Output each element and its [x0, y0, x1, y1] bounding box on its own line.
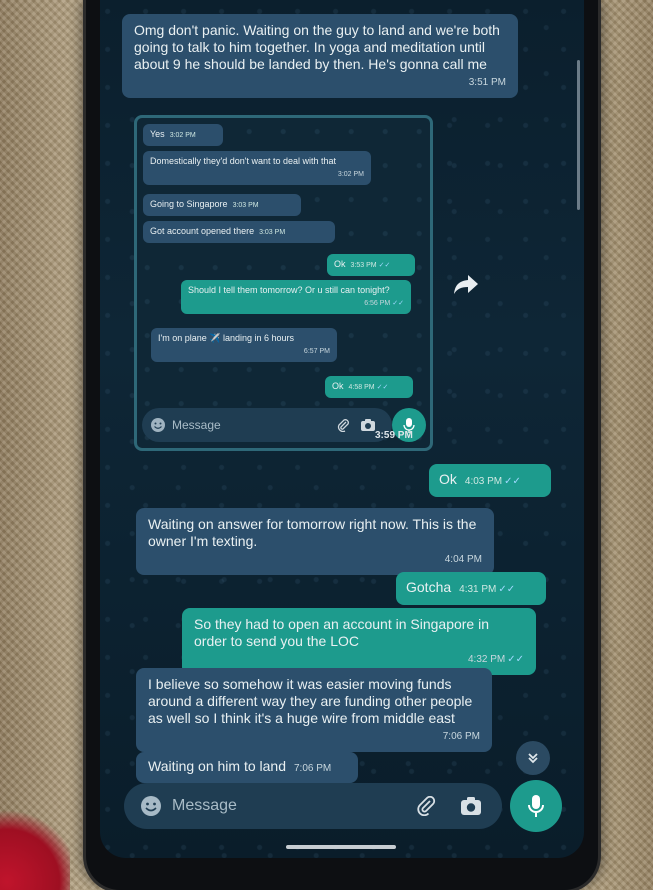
message-time: 3:02 PM [337, 171, 364, 178]
scroll-down-button[interactable] [516, 741, 550, 775]
embedded-screenshot[interactable]: Yes 3:02 PM Domestically they'd don't wan… [134, 115, 433, 451]
message-text: Waiting on answer for tomorrow right now… [148, 516, 477, 549]
message-text: Should I tell them tomorrow? Or u still … [188, 285, 390, 295]
message-text: I believe so somehow it was easier movin… [148, 676, 473, 726]
message-text: Ok [439, 471, 457, 487]
mic-icon [527, 794, 545, 818]
message-time: 4:04 PM [444, 554, 482, 565]
message-text: Waiting on him to land [148, 758, 286, 774]
red-object [0, 810, 70, 890]
camera-icon[interactable] [460, 796, 482, 816]
message-text: Domestically they'd don't want to deal w… [150, 156, 337, 166]
message-incoming[interactable]: Waiting on answer for tomorrow right now… [136, 508, 494, 575]
embedded-message-incoming: I'm on plane ✈️ landing in 6 hours 6:57 … [151, 328, 337, 362]
embedded-message-incoming: Domestically they'd don't want to deal w… [143, 151, 371, 185]
embedded-message-outgoing: Should I tell them tomorrow? Or u still … [181, 280, 411, 314]
message-time: 7:06 PM [442, 731, 480, 742]
message-time: 3:03 PM [232, 202, 259, 209]
message-outgoing[interactable]: Gotcha 4:31 PM ✓✓ [396, 572, 546, 605]
message-time: 3:51 PM [468, 77, 506, 88]
message-time: 4:03 PM [464, 476, 503, 487]
home-indicator[interactable] [286, 845, 396, 849]
embedded-screenshot-time: 3:59 PM [375, 430, 413, 441]
embedded-message-incoming: Going to Singapore 3:03 PM [143, 194, 301, 216]
message-time: 4:58 PM [348, 384, 375, 391]
message-outgoing[interactable]: So they had to open an account in Singap… [182, 608, 536, 675]
read-check-icon: ✓✓ [498, 584, 516, 595]
embedded-message-outgoing: Ok 3:53 PM ✓✓ [327, 254, 415, 276]
embedded-input-placeholder: Message [172, 418, 221, 432]
read-check-icon: ✓✓ [376, 384, 389, 391]
message-incoming[interactable]: Omg don't panic. Waiting on the guy to l… [122, 14, 518, 98]
forward-icon[interactable] [452, 272, 480, 296]
message-time: 3:03 PM [259, 229, 286, 236]
message-text: Omg don't panic. Waiting on the guy to l… [134, 22, 500, 72]
message-text: Gotcha [406, 579, 452, 595]
message-text: Ok [334, 259, 346, 269]
mic-button[interactable] [510, 780, 562, 832]
paperclip-icon[interactable] [416, 796, 436, 816]
message-outgoing[interactable]: Ok 4:03 PM ✓✓ [429, 464, 551, 497]
message-text: Going to Singapore [150, 199, 228, 209]
message-text: Ok [332, 381, 344, 391]
read-check-icon: ✓✓ [392, 300, 404, 307]
emoji-icon [150, 417, 166, 433]
phone: Omg don't panic. Waiting on the guy to l… [86, 0, 598, 890]
read-check-icon: ✓✓ [504, 476, 521, 487]
embedded-message-incoming: Got account opened there 3:03 PM [143, 221, 335, 243]
message-input-placeholder: Message [172, 797, 237, 814]
embedded-message-outgoing: Ok 4:58 PM ✓✓ [325, 376, 413, 398]
read-check-icon: ✓✓ [378, 262, 391, 269]
chevron-double-down-icon [526, 751, 540, 765]
message-incoming[interactable]: I believe so somehow it was easier movin… [136, 668, 492, 752]
embedded-message-incoming: Yes 3:02 PM [143, 124, 223, 146]
read-check-icon: ✓✓ [507, 654, 524, 665]
message-incoming[interactable]: Waiting on him to land 7:06 PM [136, 752, 358, 783]
message-time: 7:06 PM [294, 763, 332, 774]
message-text: Got account opened there [150, 226, 255, 236]
message-time: 6:57 PM [303, 348, 330, 355]
chat-screen: Omg don't panic. Waiting on the guy to l… [100, 0, 584, 858]
embedded-message-input: Message [142, 408, 392, 442]
message-text: I'm on plane ✈️ landing in 6 hours [158, 333, 295, 343]
message-time: 4:31 PM [459, 584, 497, 595]
message-time: 3:53 PM [350, 262, 377, 269]
message-text: So they had to open an account in Singap… [194, 616, 489, 649]
message-input[interactable]: Message [124, 783, 502, 829]
scrollbar[interactable] [577, 60, 580, 210]
message-text: Yes [150, 129, 165, 139]
paperclip-icon [336, 418, 350, 432]
message-time: 3:02 PM [169, 132, 196, 139]
emoji-icon[interactable] [140, 795, 162, 817]
message-time: 4:32 PM ✓✓ [467, 654, 524, 665]
message-time: 6:56 PM ✓✓ [364, 300, 404, 307]
camera-icon [360, 418, 376, 432]
